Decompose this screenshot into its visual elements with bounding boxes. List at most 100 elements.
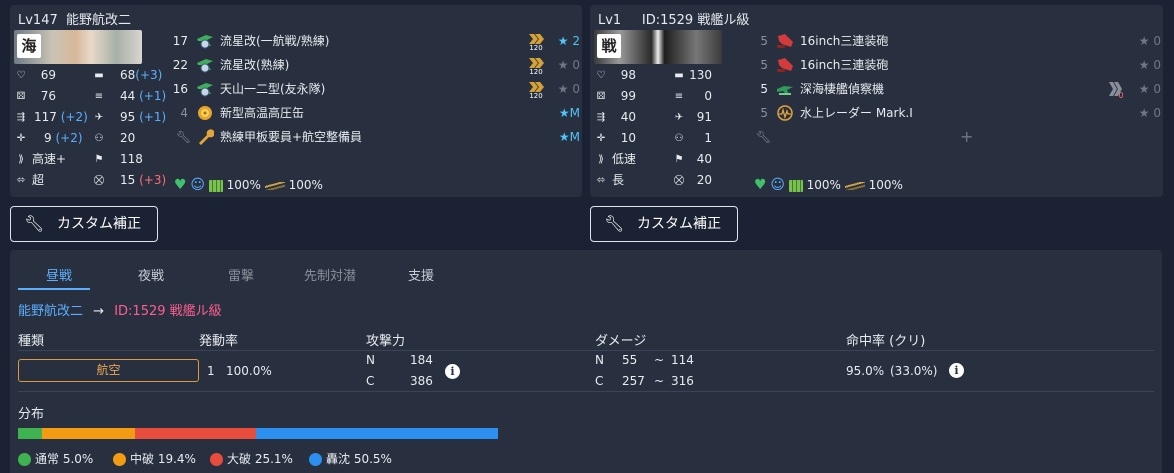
enemy-stat-los: ⚇ 1	[672, 128, 712, 148]
gun-icon: ▬	[674, 69, 684, 81]
ally-equipment-slot-2[interactable]: 22 流星改(熟練) 120 ★ 0	[170, 55, 580, 75]
tab-day-battle[interactable]: 昼戦	[46, 265, 72, 284]
dice-icon: ⚄	[596, 90, 606, 102]
attack-n-value: 184	[410, 353, 433, 367]
enemy-stat-luck: ⚑ 40	[672, 149, 712, 169]
ally-stat-aa: ✈ 95 (+1)	[92, 107, 172, 127]
crosshair-icon: ✛	[596, 132, 606, 144]
active-tab-indicator	[18, 288, 90, 290]
tab-torpedo[interactable]: 雷撃	[228, 265, 254, 284]
legend-dot-icon	[113, 453, 126, 466]
ally-stat-torpedo: ≡ 44 (+1)	[92, 86, 172, 106]
ex-slot-wrench-icon: 🔧︎	[756, 130, 772, 144]
add-equipment-icon[interactable]: +	[960, 127, 973, 147]
distribution-segment	[18, 428, 42, 439]
gun-icon: ▬	[94, 69, 104, 81]
ammo-icon	[208, 179, 223, 192]
ally-stat-luck: ⚑ 118	[92, 149, 172, 169]
proficiency-chevron-grey-icon: 0	[1109, 82, 1124, 98]
green-torpedo-bomber-icon	[197, 59, 213, 73]
ally-ship-banner[interactable]: 海	[14, 30, 142, 64]
row-divider	[18, 391, 1154, 392]
attack-c-label: C	[366, 374, 375, 388]
header-hit: 命中率 (クリ)	[846, 334, 926, 349]
header-rate: 発動率	[199, 334, 239, 349]
proficiency-chevron-icon: 120	[529, 34, 544, 50]
heart-outline-icon: ♡	[16, 69, 26, 81]
ally-ship-card: Lv147 能野航改二 海 ♡ 69 ⚄ 76 ⇶ 117 (+2) ✛ 9 (+2) …	[10, 5, 582, 197]
enemy-equipment-slot-2[interactable]: 5 16inch三連装砲 ★ 0	[750, 55, 1161, 75]
enemy-stat-torpedo: ≡ 0	[672, 86, 712, 106]
tab-night-battle[interactable]: 夜戦	[138, 265, 164, 284]
damage-c-max: 316	[671, 374, 694, 388]
dice-icon: ⚄	[16, 90, 26, 102]
arrow-right-icon: →	[93, 304, 105, 319]
legend-value: 25.1%	[251, 452, 293, 466]
header-divider	[18, 350, 1154, 351]
smile-icon: ☺	[770, 177, 785, 193]
enemy-ship-card: Lv1 ID:1529 戦艦ル級 戦 ♡ 98 ⚄ 99 ⇶ 40 ✛ 10 ⟫ 低速 ⬄…	[590, 5, 1163, 197]
ally-status-row: ♥ ☺ 100% 100%	[174, 175, 323, 195]
enemy-stat-firepower: ▬ 130	[672, 65, 712, 85]
ally-equipment-slot-4[interactable]: 4 新型高温高圧缶 ★M	[170, 103, 580, 123]
ally-equipment-slot-1[interactable]: 17 流星改(一航戦/熟練) 120 ★ 2	[170, 31, 580, 51]
legend-item: 中破 19.4%	[113, 450, 196, 467]
distribution-bar	[18, 428, 498, 439]
tab-opening-asw[interactable]: 先制対潜	[304, 265, 356, 284]
enemy-equipment-slot-ex[interactable]: 🔧︎ +	[750, 127, 1161, 147]
ally-stat-firepower: ▬ 68(+3)	[92, 65, 172, 85]
aa-icon: ✈	[674, 111, 684, 123]
enemy-title: Lv1 ID:1529 戦艦ル級	[598, 9, 749, 28]
legend-item: 大破 25.1%	[210, 450, 293, 467]
heart-icon: ♥	[174, 177, 187, 193]
enemy-stat-aa: ✈ 91	[672, 107, 712, 127]
ally-custom-fix-button[interactable]: 🔧︎ カスタム補正	[10, 206, 158, 242]
legend-item: 轟沈 50.5%	[309, 450, 392, 467]
ally-stat-evasion: ⇶ 117 (+2)	[14, 107, 88, 127]
heart-outline-icon: ♡	[596, 69, 606, 81]
proficiency-chevron-icon: 120	[529, 82, 544, 98]
legend-label: 中破	[130, 452, 155, 466]
enemy-equipment-slot-4[interactable]: 5 水上レーダー Mark.I ★ 0	[750, 103, 1161, 123]
enemy-stat-evasion: ⇶ 40	[594, 107, 636, 127]
legend-label: 轟沈	[326, 452, 351, 466]
enemy-ship-banner[interactable]: 戦	[594, 30, 722, 64]
ammo-icon	[788, 179, 803, 192]
legend-dot-icon	[210, 453, 223, 466]
range-icon: ⬄	[16, 174, 26, 186]
ally-equipment-slot-ex[interactable]: 🔧︎ 熟練甲板要員+航空整備員 ★M	[170, 127, 580, 147]
hit-info-icon[interactable]: i	[949, 363, 964, 378]
enemy-name: ID:1529 戦艦ル級	[641, 13, 750, 28]
ally-stat-speed: ⟫ 高速+	[14, 149, 80, 169]
attack-c-value: 386	[410, 374, 433, 388]
enemy-stat-speed: ⟫ 低速	[594, 149, 660, 169]
damage-result-panel: 昼戦 夜戦 雷撃 先制対潜 支援 能野航改二 → ID:1529 戦艦ル級 種類…	[10, 250, 1162, 473]
ally-equipment-slot-3[interactable]: 16 天山一二型(友永隊) 120 ★ 0	[170, 79, 580, 99]
header-damage: ダメージ	[595, 334, 647, 349]
enemy-status-row: ♥ ☺ 100% 100%	[754, 175, 903, 195]
enemy-custom-fix-button[interactable]: 🔧︎ カスタム補正	[590, 206, 738, 242]
ally-level: Lv147	[18, 13, 58, 28]
enemy-equipment-slot-1[interactable]: 5 16inch三連装砲 ★ 0	[750, 31, 1161, 51]
ally-stat-hp: ♡ 69	[14, 65, 56, 85]
binoculars-icon: ⚇	[94, 132, 104, 144]
green-torpedo-bomber-icon	[197, 83, 213, 97]
damage-n-min: 55	[622, 353, 638, 367]
tab-support[interactable]: 支援	[408, 265, 434, 284]
ally-stat-planes: ⛒ 15 (+3)	[93, 173, 167, 187]
legend-value: 5.0%	[59, 452, 94, 466]
ally-fuel: 100%	[288, 178, 323, 192]
damage-n-tilde: ~	[654, 353, 665, 367]
attack-type-badge: 航空	[18, 359, 199, 382]
legend-dot-icon	[309, 453, 322, 466]
distribution-title: 分布	[18, 407, 45, 422]
rate-value: 100.0%	[226, 364, 272, 378]
damage-c-min: 257	[622, 374, 645, 388]
attack-info-icon[interactable]: i	[445, 364, 460, 379]
legend-label: 通常	[35, 452, 60, 466]
speed-icon: ⟫	[598, 153, 604, 165]
legend-item: 通常 5.0%	[18, 450, 93, 467]
enemy-morale: 100%	[806, 178, 841, 192]
crosshair-icon: ✛	[16, 132, 26, 144]
enemy-equipment-slot-3[interactable]: 5 深海棲艦偵察機 0 ★ 0	[750, 79, 1161, 99]
